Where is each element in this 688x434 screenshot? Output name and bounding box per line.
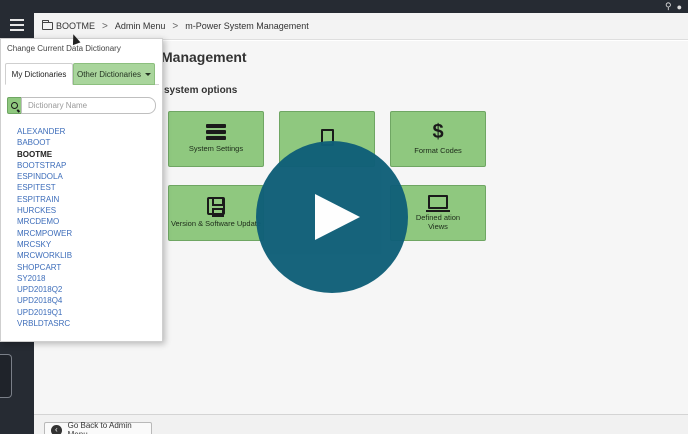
dictionary-item[interactable]: UPD2019Q1	[17, 307, 72, 318]
breadcrumb-separator: >	[102, 20, 108, 32]
tab-my-dictionaries[interactable]: My Dictionaries	[5, 63, 73, 85]
system-settings-tile[interactable]: System Settings	[168, 111, 264, 167]
dictionary-item[interactable]: ESPINDOLA	[17, 171, 72, 182]
breadcrumb-dictionary[interactable]: BOOTME	[56, 21, 95, 31]
dictionary-item[interactable]: VRBLDTASRC	[17, 318, 72, 329]
format-codes-tile[interactable]: $ Format Codes	[390, 111, 486, 167]
tab-label: Other Dictionaries	[76, 69, 142, 79]
arrow-left-icon: ‹	[51, 424, 62, 434]
section-title: system options	[164, 85, 238, 96]
dictionary-panel-title: Change Current Data Dictionary	[7, 44, 121, 53]
page-title: Management	[161, 49, 247, 65]
breadcrumb-current-page: m-Power System Management	[185, 21, 309, 31]
dictionary-item[interactable]: MRCDEMO	[17, 216, 72, 227]
dictionary-item[interactable]: ESPITRAIN	[17, 194, 72, 205]
version-software-update-tile[interactable]: Version & Software Update	[168, 185, 264, 241]
breadcrumb: BOOTME > Admin Menu > m-Power System Man…	[34, 13, 688, 40]
dictionary-search	[7, 97, 156, 114]
footer-bar: ‹ Go Back to Admin Menu	[34, 414, 688, 434]
breadcrumb-separator: >	[172, 20, 179, 32]
dictionary-item[interactable]: UPD2018Q2	[17, 284, 72, 295]
dictionary-tabs: My Dictionaries Other Dictionaries	[5, 63, 159, 85]
tile-label: Defined ation Views	[415, 212, 461, 231]
dictionary-item[interactable]: BABOOT	[17, 137, 72, 148]
dictionary-item[interactable]: BOOTME	[17, 149, 72, 160]
search-icon[interactable]: ⚲	[665, 1, 672, 12]
floppy-disk-icon	[207, 197, 225, 218]
laptop-icon	[426, 194, 450, 212]
user-icon[interactable]: ●	[677, 2, 682, 12]
tile-label: Version & Software Update	[170, 219, 262, 229]
back-button-label: Go Back to Admin Menu	[67, 421, 132, 434]
caret-down-icon	[145, 72, 152, 76]
go-back-admin-menu-button[interactable]: ‹ Go Back to Admin Menu	[44, 421, 152, 434]
folder-icon	[42, 20, 53, 30]
sidenav-handle[interactable]	[0, 354, 12, 398]
dollar-icon: $	[432, 121, 444, 144]
dictionary-item[interactable]: SY2018	[17, 273, 72, 284]
dictionary-name-input[interactable]	[21, 97, 156, 114]
dictionary-item[interactable]: ALEXANDER	[17, 126, 72, 137]
topbar-icons: ⚲ ●	[665, 0, 682, 13]
tab-label: My Dictionaries	[11, 69, 67, 79]
breadcrumb-admin-menu[interactable]: Admin Menu	[115, 21, 166, 31]
tile-label: System Settings	[188, 144, 244, 154]
top-bar: ⚲ ●	[0, 0, 688, 13]
dictionary-item[interactable]: HURCKES	[17, 205, 72, 216]
dictionary-item[interactable]: MRCSKY	[17, 239, 72, 250]
hamburger-menu-icon[interactable]	[10, 19, 24, 31]
search-icon	[7, 97, 21, 114]
dictionary-item[interactable]: BOOTSTRAP	[17, 160, 72, 171]
list-icon	[206, 124, 226, 141]
dictionary-item[interactable]: SHOPCART	[17, 262, 72, 273]
dictionary-dropdown-panel: Change Current Data Dictionary My Dictio…	[0, 38, 163, 342]
play-icon	[314, 194, 360, 240]
dictionary-item[interactable]: MRCMPOWER	[17, 228, 72, 239]
dictionary-list: ALEXANDER BABOOT BOOTME BOOTSTRAP ESPINDOLA E…	[17, 126, 72, 329]
dictionary-item[interactable]: UPD2018Q4	[17, 295, 72, 306]
tab-other-dictionaries[interactable]: Other Dictionaries	[73, 63, 155, 85]
tile-label: Format Codes	[414, 146, 462, 156]
dictionary-item[interactable]: ESPITEST	[17, 182, 72, 193]
dictionary-item[interactable]: MRCWORKLIB	[17, 250, 72, 261]
video-play-button[interactable]	[256, 141, 408, 293]
